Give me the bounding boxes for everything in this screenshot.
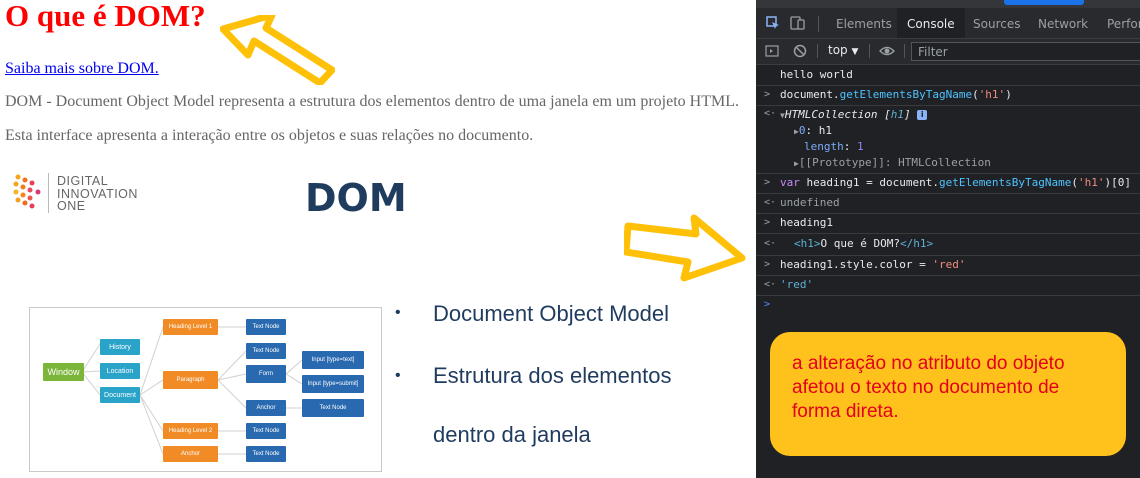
console-code: heading1	[780, 216, 833, 229]
paragraph-dom-definition: DOM - Document Object Model representa a…	[5, 93, 739, 110]
diagram-node-text: Text Node	[246, 423, 286, 439]
console-code: document.getElementsByTagName('h1')	[780, 88, 1012, 101]
collection-item[interactable]: ▶0: h1	[794, 124, 832, 137]
bullet-item: Document Object Model	[433, 301, 669, 326]
diagram-node-location: Location	[100, 363, 140, 379]
devtools-top-strip	[756, 0, 1140, 8]
console-result-collection[interactable]: <· ▼HTMLCollection [h1] i ▶0: h1 length:…	[756, 105, 1140, 174]
filter-input[interactable]: Filter	[911, 42, 1140, 61]
log-text: hello world	[780, 68, 853, 81]
eye-icon[interactable]	[879, 44, 895, 58]
console-input: > document.getElementsByTagName('h1')	[756, 85, 1140, 106]
inspect-element-icon[interactable]	[766, 16, 780, 30]
collection-prototype[interactable]: ▶[[Prototype]]: HTMLCollection	[794, 156, 991, 169]
result-arrow-icon: <·	[764, 108, 777, 119]
tab-elements[interactable]: Elements	[836, 8, 892, 38]
logo-divider	[48, 173, 49, 213]
diagram-node-anchor: Anchor	[163, 446, 218, 462]
collection-length: length: 1	[804, 140, 864, 153]
tab-sources[interactable]: Sources	[973, 8, 1020, 38]
annotation-callout: a alteração no atributo do objeto afetou…	[770, 332, 1126, 456]
devtools-tabbar: Elements Console Sources Network Perfor	[756, 8, 1140, 39]
prompt-chevron-icon: >	[764, 299, 771, 310]
slide-title: DOM	[305, 176, 407, 220]
dom-tree-diagram: Window History Location Document Heading…	[29, 307, 382, 472]
diagram-node-anchor: Anchor	[246, 400, 286, 416]
logo-line: DIGITAL	[57, 174, 109, 188]
toolbar-divider	[818, 16, 819, 32]
diagram-node-heading2: Heading Level 2	[163, 423, 218, 439]
diagram-node-input-submit: Input [type=submit]	[302, 375, 364, 393]
bullet-item: Estrutura dos elementos	[433, 363, 672, 388]
diagram-node-text: Text Node	[302, 399, 364, 417]
info-icon: i	[917, 110, 928, 120]
console-input: > heading1.style.color = 'red'	[756, 255, 1140, 276]
toolbar-divider	[869, 44, 870, 58]
context-label: top	[828, 43, 848, 57]
dio-hexagon-icon	[13, 174, 41, 209]
console-input: > heading1	[756, 213, 1140, 234]
result-arrow-icon: <·	[764, 238, 777, 249]
toolbar-divider	[904, 44, 905, 58]
paragraph-interface: Esta interface apresenta a interação ent…	[5, 127, 534, 144]
logo-text: DIGITAL INNOVATION ONE	[57, 175, 138, 213]
diagram-node-form: Form	[246, 365, 286, 383]
console-result[interactable]: <· <h1>O que é DOM?</h1>	[756, 233, 1140, 256]
diagram-node-history: History	[100, 339, 140, 355]
bullet-dot-icon: •	[395, 367, 401, 384]
console-result: <· undefined	[756, 193, 1140, 214]
sidebar-toggle-icon[interactable]	[765, 44, 779, 58]
prompt-chevron-icon: >	[764, 217, 771, 228]
console-input: > var heading1 = document.getElementsByT…	[756, 173, 1140, 194]
tab-performance[interactable]: Perfor	[1107, 8, 1140, 38]
digital-innovation-one-logo: DIGITAL INNOVATION ONE	[12, 171, 152, 217]
result-value: undefined	[780, 196, 840, 209]
caret-down-icon: ▼	[851, 47, 859, 57]
console-message: hello world	[756, 65, 1140, 86]
device-toolbar-icon[interactable]	[790, 15, 806, 31]
active-indicator	[1004, 0, 1084, 5]
diagram-node-text: Text Node	[246, 343, 286, 359]
prompt-chevron-icon: >	[764, 89, 771, 100]
diagram-node-text: Text Node	[246, 319, 286, 335]
console-code: var heading1 = document.getElementsByTag…	[780, 176, 1132, 189]
prompt-chevron-icon: >	[764, 177, 771, 188]
diagram-node-input-text: Input [type=text]	[302, 351, 364, 369]
tab-network[interactable]: Network	[1038, 8, 1088, 38]
console-code: heading1.style.color = 'red'	[780, 258, 966, 271]
arrow-icon	[624, 214, 746, 282]
logo-line: ONE	[57, 199, 86, 213]
context-selector[interactable]: top ▼	[828, 43, 858, 57]
learn-more-link[interactable]: Saiba mais sobre DOM.	[5, 60, 159, 78]
console-toolbar: top ▼ Filter	[756, 39, 1140, 65]
diagram-node-document: Document	[100, 387, 140, 403]
arrow-icon	[220, 15, 335, 85]
diagram-node-window: Window	[43, 363, 84, 381]
bullet-item: dentro da janela	[433, 422, 591, 447]
console-result: <· 'red'	[756, 275, 1140, 296]
diagram-node-heading1: Heading Level 1	[163, 319, 218, 335]
tab-console[interactable]: Console	[897, 8, 965, 38]
web-page: O que é DOM? Saiba mais sobre DOM. DOM -…	[0, 0, 756, 478]
bullet-dot-icon: •	[395, 304, 401, 321]
page-title: O que é DOM?	[5, 0, 206, 33]
result-arrow-icon: <·	[764, 279, 777, 290]
prompt-chevron-icon: >	[764, 259, 771, 270]
result-element[interactable]: <h1>O que é DOM?</h1>	[794, 233, 933, 255]
clear-console-icon[interactable]	[793, 44, 807, 58]
console-prompt[interactable]: >	[756, 295, 1140, 315]
result-value: 'red'	[780, 278, 814, 291]
htmlcollection-label[interactable]: ▼HTMLCollection [h1] i	[780, 108, 928, 121]
diagram-node-paragraph: Paragraph	[163, 371, 218, 389]
toolbar-divider	[817, 44, 818, 58]
diagram-node-text: Text Node	[246, 446, 286, 462]
result-arrow-icon: <·	[764, 197, 777, 208]
